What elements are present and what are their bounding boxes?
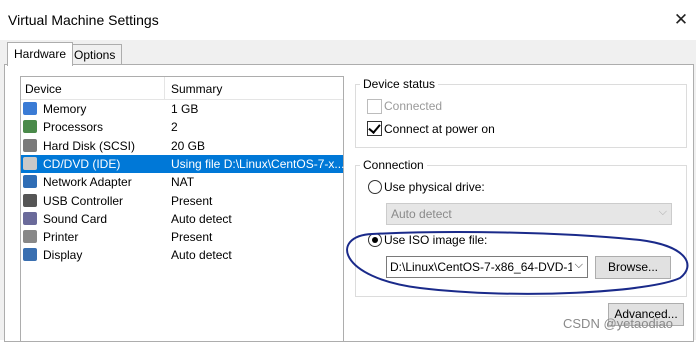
device-summary: Present [171,193,213,208]
processor-icon [23,120,37,134]
device-summary: Auto detect [171,211,232,226]
device-row-usb-controller[interactable]: USB Controller Present [21,192,343,210]
connected-checkbox[interactable] [367,99,382,114]
device-row-processors[interactable]: Processors 2 [21,118,343,136]
connected-label: Connected [384,99,443,113]
device-row-memory[interactable]: Memory 1 GB [21,100,343,118]
physical-drive-value: Auto detect [391,207,452,221]
physical-drive-select: Auto detect ⌵ [386,203,672,225]
device-list[interactable]: Device Summary Memory 1 GB Processors 2 Hard… [20,76,344,342]
physical-drive-label: Use physical drive: [384,180,485,194]
device-row-cd-dvd-ide[interactable]: CD/DVD (IDE) Using file D:\Linux\CentOS-7… [21,154,345,173]
device-row-hard-disk-scsi[interactable]: Hard Disk (SCSI) 20 GB [21,137,343,155]
browse-button[interactable]: Browse... [595,256,671,279]
device-list-header: Device Summary [21,77,343,100]
column-header-summary[interactable]: Summary [171,82,222,96]
usb-icon [23,193,37,207]
device-status-group [355,84,687,148]
device-summary: NAT [171,175,195,190]
device-row-network-adapter[interactable]: Network Adapter NAT [21,173,343,191]
iso-image-radio[interactable] [368,233,382,247]
device-name: Printer [43,230,79,245]
checkmark-icon [368,121,381,134]
tab-options[interactable]: Options [67,44,123,65]
hard-disk-icon [23,138,37,152]
physical-drive-radio[interactable] [368,180,382,194]
chevron-down-icon: ⌵ [658,206,667,218]
network-adapter-icon [23,175,37,189]
connect-at-power-on-checkbox[interactable] [367,121,382,136]
device-summary: Present [171,230,213,245]
device-name: Sound Card [43,211,108,226]
tab-hardware[interactable]: Hardware [7,42,74,66]
display-icon [23,248,37,262]
device-row-sound-card[interactable]: Sound Card Auto detect [21,210,343,228]
printer-icon [23,230,37,244]
title-bar: Virtual Machine Settings ✕ [0,0,696,40]
window-title: Virtual Machine Settings [8,12,159,28]
close-icon[interactable]: ✕ [672,10,690,30]
device-summary: 1 GB [171,102,199,116]
column-header-device[interactable]: Device [25,82,62,96]
device-name: Processors [43,120,104,135]
device-summary: 2 [171,120,178,135]
device-name: USB Controller [43,193,124,208]
device-name: CD/DVD (IDE) [43,156,121,171]
device-row-display[interactable]: Display Auto detect [21,246,343,264]
device-name: Hard Disk (SCSI) [43,138,136,153]
radio-dot [372,237,378,243]
device-name: Memory [43,102,87,116]
device-row-printer[interactable]: Printer Present [21,228,343,246]
column-divider [164,77,165,99]
chevron-down-icon[interactable]: ⌵ [575,259,583,272]
cd-dvd-icon [23,156,37,170]
iso-path-select[interactable]: D:\Linux\CentOS-7-x86_64-DVD-170 ⌵ [386,256,588,278]
memory-icon [23,102,37,115]
device-status-title: Device status [360,77,439,91]
speaker-icon [23,211,37,225]
watermark: CSDN @yetaodiao [563,316,674,331]
connection-title: Connection [360,158,427,172]
device-name: Network Adapter [43,175,132,190]
iso-image-label: Use ISO image file: [384,233,488,247]
iso-path-value: D:\Linux\CentOS-7-x86_64-DVD-170 [390,260,572,274]
connect-at-power-on-label: Connect at power on [384,122,495,136]
device-summary: 20 GB [171,138,206,153]
device-name: Display [43,248,83,263]
device-summary: Using file D:\Linux\CentOS-7-x... [171,156,345,171]
device-summary: Auto detect [171,248,232,263]
